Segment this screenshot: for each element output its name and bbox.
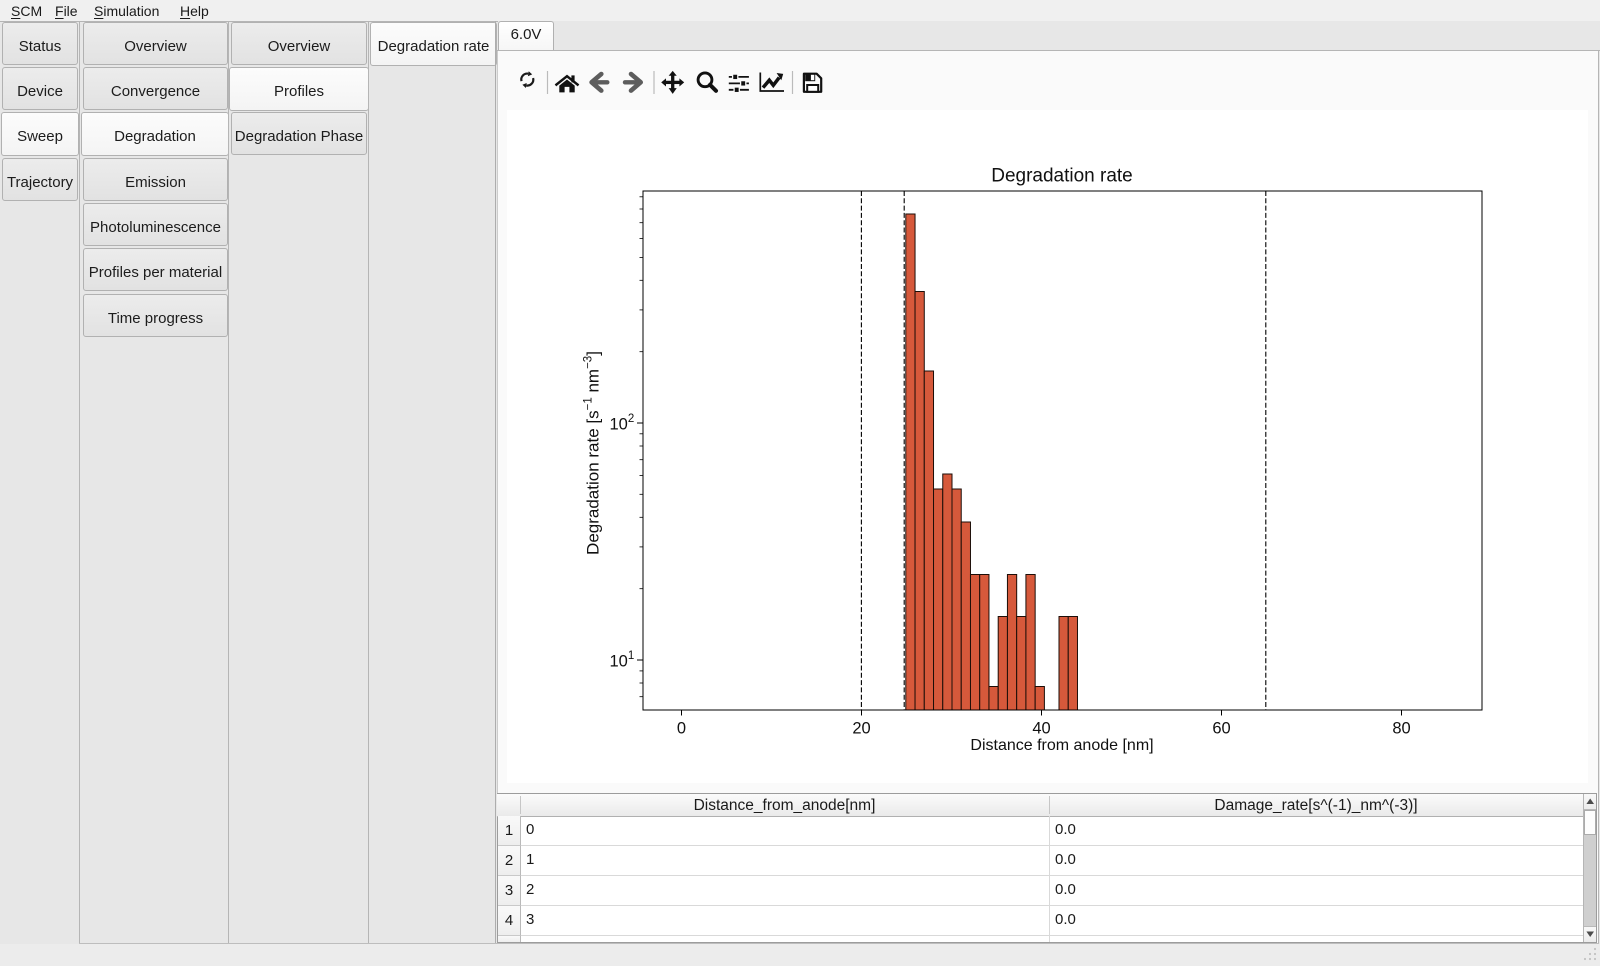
svg-text:Distance from anode [nm]: Distance from anode [nm] [970, 737, 1153, 754]
svg-text:80: 80 [1392, 720, 1410, 738]
svg-text:20: 20 [852, 720, 870, 738]
svg-text:Degradation rate [s−1 nm−3]: Degradation rate [s−1 nm−3] [583, 351, 603, 555]
svg-text:60: 60 [1212, 720, 1230, 738]
svg-text:101: 101 [610, 650, 635, 671]
svg-text:0: 0 [677, 720, 686, 738]
svg-text:102: 102 [610, 413, 635, 434]
svg-text:40: 40 [1032, 720, 1050, 738]
svg-text:Degradation rate: Degradation rate [991, 166, 1133, 187]
